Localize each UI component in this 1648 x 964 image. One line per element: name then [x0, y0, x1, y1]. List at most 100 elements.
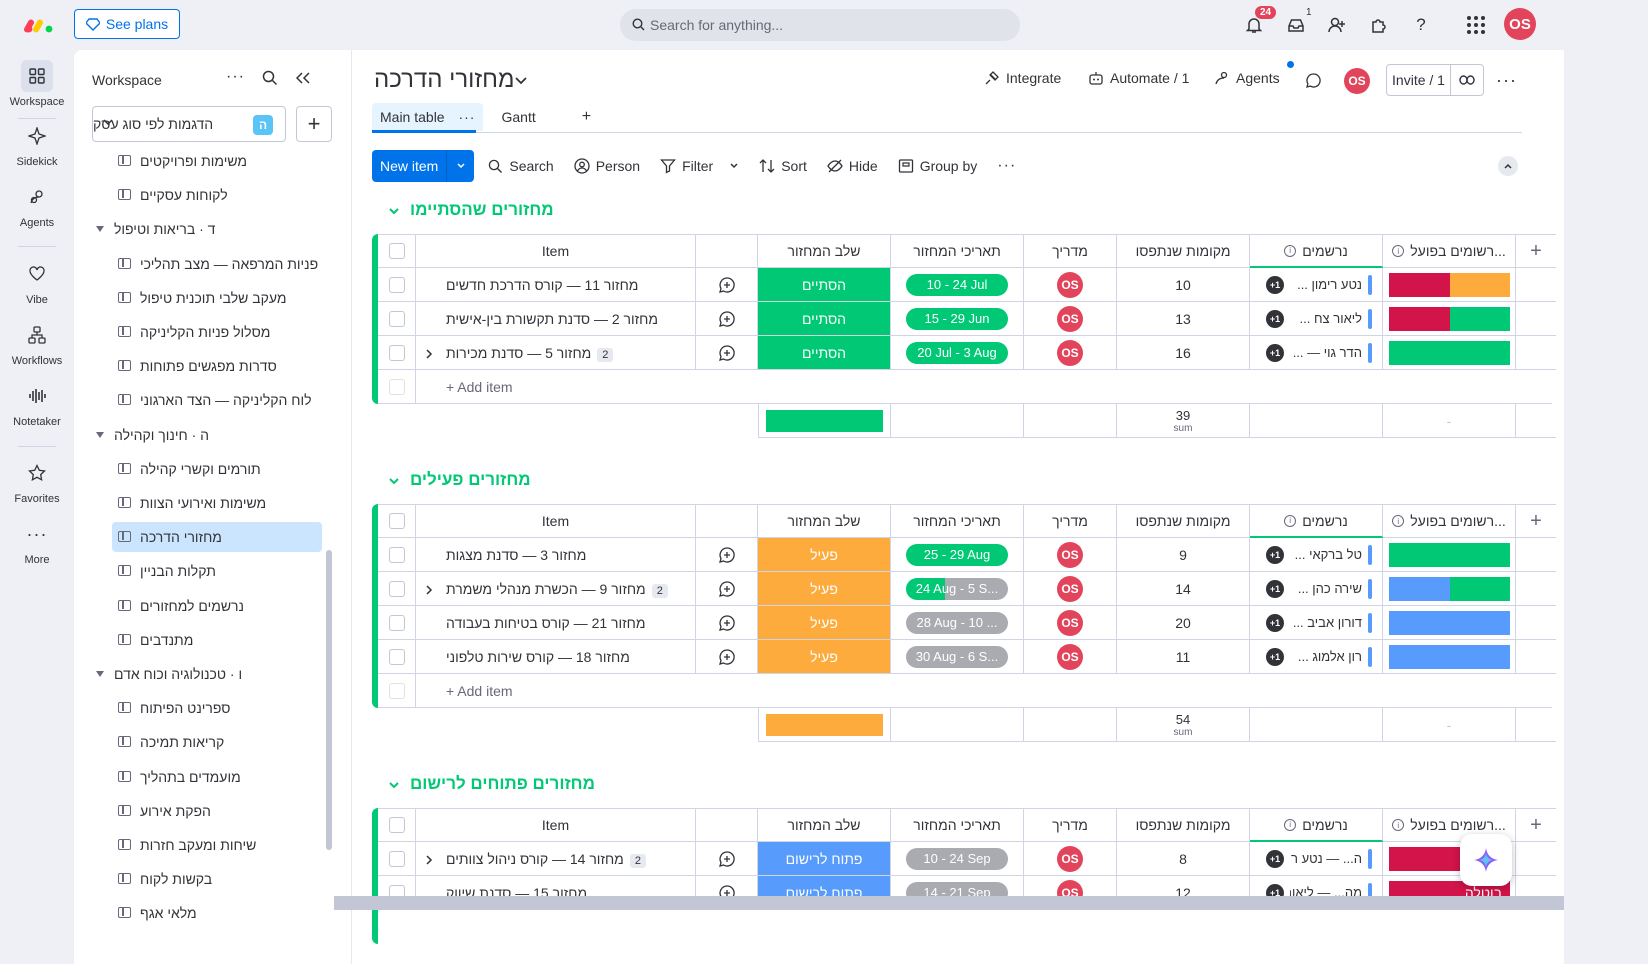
workspace-selector[interactable]: הדגמות לפי סוג עסק ה: [92, 106, 286, 142]
cell-act[interactable]: [1383, 336, 1516, 370]
cell-stage[interactable]: פעיל: [758, 572, 891, 606]
guide-avatar[interactable]: OS: [1057, 575, 1083, 602]
user-avatar[interactable]: OS: [1504, 8, 1536, 40]
cell-stage[interactable]: פעיל: [758, 640, 891, 674]
item-name[interactable]: מחזור 3 — סדנת מצגות: [424, 547, 695, 563]
column-header-chk[interactable]: [378, 504, 416, 538]
add-item-input[interactable]: + Add item: [416, 370, 1552, 404]
group-collapse-chevron-icon[interactable]: [388, 778, 400, 794]
cell-stage[interactable]: הסתיים: [758, 302, 891, 336]
cell-guide[interactable]: OS: [1024, 538, 1117, 572]
table-row[interactable]: מחזור 11 — קורס הדרכת חדשים הסתיים 10 - 24…: [378, 268, 1556, 302]
cell-reg[interactable]: +1 רון אלמוג ...: [1250, 640, 1383, 674]
row-checkbox[interactable]: [388, 276, 405, 293]
tab-more-icon[interactable]: ···: [458, 109, 475, 125]
sidebar-folder[interactable]: ה · חינוך וקהילה: [92, 420, 322, 450]
global-search-input[interactable]: Search for anything...: [620, 9, 1020, 41]
cell-act[interactable]: [1383, 538, 1516, 572]
add-column-button[interactable]: +: [1516, 808, 1556, 842]
status-label[interactable]: הסתיים: [758, 268, 890, 301]
sidebar-item-board[interactable]: שיחות ומעקב חזרות: [112, 830, 322, 860]
plus-one-badge[interactable]: +1: [1266, 579, 1284, 598]
column-header-stage[interactable]: שלב המחזור: [758, 808, 891, 842]
mirror-status-bar[interactable]: [1389, 611, 1510, 635]
plus-one-badge[interactable]: +1: [1266, 545, 1284, 564]
collapse-header-button[interactable]: [1498, 156, 1518, 176]
timeline-pill[interactable]: 25 - 29 Aug: [906, 543, 1008, 566]
add-update-icon[interactable]: [696, 640, 758, 674]
status-label[interactable]: הסתיים: [758, 302, 890, 335]
cell-guide[interactable]: OS: [1024, 268, 1117, 302]
item-name[interactable]: 2 מחזור 14 — קורס ניהול צוותים: [424, 851, 695, 868]
status-label[interactable]: פעיל: [758, 606, 890, 639]
sidebar-item-board[interactable]: מתנדבים: [112, 625, 322, 655]
rail-favorites[interactable]: Favorites: [0, 457, 74, 505]
plus-one-badge[interactable]: +1: [1266, 849, 1284, 868]
add-update-icon[interactable]: [696, 606, 758, 640]
info-icon[interactable]: i: [1392, 819, 1405, 831]
column-header-item[interactable]: Item: [416, 234, 696, 268]
cell-guide[interactable]: OS: [1024, 572, 1117, 606]
select-all-checkbox[interactable]: [388, 513, 405, 529]
guide-avatar[interactable]: OS: [1057, 339, 1083, 366]
cell-seats[interactable]: 10: [1117, 268, 1250, 302]
sidebar-item-board[interactable]: מועמדים בתהליך: [112, 762, 322, 792]
row-checkbox[interactable]: [388, 648, 405, 665]
person-filter-button[interactable]: Person: [574, 158, 640, 174]
board-more-icon[interactable]: ···: [1496, 70, 1517, 91]
invite-member-icon[interactable]: [1326, 14, 1348, 36]
cell-act[interactable]: [1383, 268, 1516, 302]
group-title[interactable]: מחזורים פתוחים לרישום: [410, 774, 595, 794]
guide-avatar[interactable]: OS: [1057, 845, 1083, 872]
column-header-guide[interactable]: מדריך: [1024, 808, 1117, 842]
cell-stage[interactable]: פעיל: [758, 606, 891, 640]
sidebar-item-board[interactable]: פניות המרפאה — מצב תהליכי: [112, 249, 322, 279]
cell-seats[interactable]: 14: [1117, 572, 1250, 606]
sidebar-item-board[interactable]: מעקב שלבי תוכנית טיפול: [112, 283, 322, 313]
row-checkbox[interactable]: [388, 614, 405, 631]
mirror-status-bar[interactable]: [1389, 273, 1510, 297]
column-header-chk[interactable]: [378, 808, 416, 842]
plus-one-badge[interactable]: +1: [1266, 309, 1284, 328]
rail-notetaker[interactable]: Notetaker: [0, 380, 74, 428]
cell-item[interactable]: מחזור 2 — סדנת תקשורת בין-אישית: [416, 302, 696, 336]
guide-avatar[interactable]: OS: [1057, 271, 1083, 298]
cell-reg[interactable]: +1 ה... — נטע רימון: [1250, 842, 1383, 876]
sort-button[interactable]: Sort: [759, 158, 807, 174]
cell-guide[interactable]: OS: [1024, 336, 1117, 370]
subitems-count[interactable]: 2: [629, 854, 646, 868]
automate-button[interactable]: Automate / 1: [1088, 70, 1189, 86]
item-name[interactable]: מחזור 2 — סדנת תקשורת בין-אישית: [424, 311, 695, 327]
rail-vibe[interactable]: Vibe: [0, 258, 74, 306]
mirror-status-bar[interactable]: [1389, 543, 1510, 567]
cell-date[interactable]: 10 - 24 Sep: [891, 842, 1024, 876]
chevron-down-icon[interactable]: [729, 161, 739, 171]
column-header-date[interactable]: תאריכי המחזור: [891, 808, 1024, 842]
cell-chk[interactable]: [378, 336, 416, 370]
column-header-chk[interactable]: [378, 234, 416, 268]
cell-date[interactable]: 25 - 29 Aug: [891, 538, 1024, 572]
rail-sidekick[interactable]: Sidekick: [0, 120, 74, 168]
info-icon[interactable]: i: [1284, 514, 1297, 527]
add-update-icon[interactable]: [696, 302, 758, 336]
cell-stage[interactable]: הסתיים: [758, 336, 891, 370]
sidebar-item-board[interactable]: קריאות תמיכה: [112, 727, 322, 757]
search-button[interactable]: Search: [488, 158, 554, 174]
agents-button[interactable]: Agents: [1214, 70, 1280, 86]
status-label[interactable]: פעיל: [758, 640, 890, 673]
cell-guide[interactable]: OS: [1024, 606, 1117, 640]
sidebar-item-board[interactable]: מלאי אגף: [112, 898, 322, 928]
cell-reg[interactable]: +1 הדר גוי — ...: [1250, 336, 1383, 370]
sidebar-item-board[interactable]: משימות ואירועי הצוות: [112, 488, 322, 518]
expand-subitems-chevron-icon[interactable]: [424, 347, 434, 363]
cell-chk[interactable]: [378, 572, 416, 606]
cell-reg[interactable]: +1 נטע רימון ...: [1250, 268, 1383, 302]
help-icon[interactable]: ?: [1410, 14, 1432, 36]
monday-logo-icon[interactable]: [24, 15, 54, 35]
column-header-date[interactable]: תאריכי המחזור: [891, 504, 1024, 538]
add-column-button[interactable]: +: [1516, 234, 1556, 268]
mirror-status-bar[interactable]: [1389, 577, 1510, 601]
cell-seats[interactable]: 9: [1117, 538, 1250, 572]
caret-down-icon[interactable]: [96, 226, 104, 233]
horizontal-scrollbar[interactable]: [334, 896, 1564, 910]
